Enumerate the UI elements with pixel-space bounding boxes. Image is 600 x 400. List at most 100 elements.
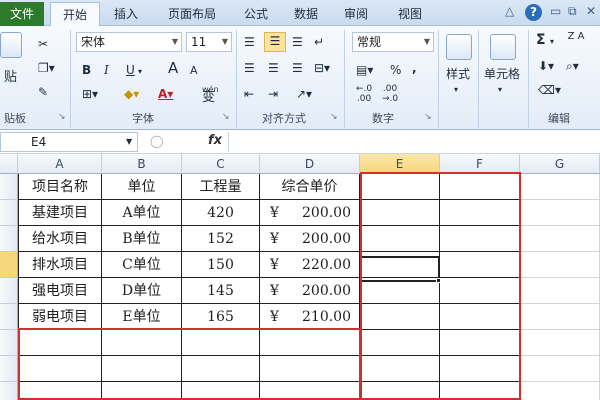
table-cell-qty[interactable]: 420 [182,200,260,226]
scissors-icon[interactable]: ✂ [38,36,48,52]
merge-cells-icon[interactable]: ⊟▾ [314,60,330,76]
table-cell-unit[interactable]: C单位 [102,252,182,278]
font-launcher-icon[interactable]: ↘ [222,112,230,122]
empty-cell[interactable] [520,330,600,356]
formula-expand-icon[interactable]: ◯ [150,133,163,149]
brush-icon[interactable]: ✎ [38,84,48,100]
tab-page-layout[interactable]: 页面布局 [156,2,228,26]
chevron-down-icon[interactable]: ▾ [454,82,458,98]
table-cell-qty[interactable]: 152 [182,226,260,252]
border-icon[interactable]: ⊞▾ [82,86,98,102]
table-header-cell[interactable]: 单位 [102,174,182,200]
column-header-d[interactable]: D [260,154,360,174]
autosum-button[interactable]: Σ [536,32,546,48]
chevron-down-icon[interactable]: ▾ [550,34,554,50]
styles-icon[interactable] [446,34,472,60]
row-header[interactable] [0,174,18,200]
align-top-icon[interactable]: ☰ [244,34,255,50]
font-size-combo[interactable]: 11 ▼ [186,32,232,52]
empty-cell[interactable] [520,252,600,278]
row-header[interactable] [0,278,18,304]
column-header-g[interactable]: G [520,154,600,174]
fill-icon[interactable]: ⬇▾ [538,58,554,74]
chevron-down-icon[interactable]: ▾ [498,82,502,98]
align-middle-icon[interactable]: ☰ [264,32,286,52]
table-cell-name[interactable]: 弱电项目 [18,304,102,330]
table-cell-name[interactable]: 给水项目 [18,226,102,252]
table-header-cell[interactable]: 综合单价 [260,174,360,200]
empty-cell[interactable] [520,174,600,200]
cells-button[interactable]: 单元格 [484,66,520,82]
table-cell-price[interactable]: ¥ 200.00 [260,278,360,304]
window-minimize-icon[interactable]: ▭ [550,4,561,18]
window-close-icon[interactable]: ✕ [586,4,596,18]
window-restore-icon[interactable]: ⧉ [568,4,577,19]
help-icon[interactable]: ? [525,4,542,21]
tab-file[interactable]: 文件 [0,2,44,26]
tab-insert[interactable]: 插入 [104,2,148,26]
table-cell-qty[interactable]: 165 [182,304,260,330]
empty-cell[interactable] [520,382,600,400]
row-header[interactable] [0,226,18,252]
orientation-icon[interactable]: ↗▾ [296,86,312,102]
currency-icon[interactable]: ▤▾ [356,62,373,78]
number-launcher-icon[interactable]: ↘ [424,112,432,122]
decrease-decimal-button[interactable]: .00 →.0 [382,84,398,104]
table-cell-name[interactable]: 排水项目 [18,252,102,278]
chevron-down-icon[interactable]: ▼ [424,33,430,51]
underline-button[interactable]: U [126,62,135,78]
clear-icon[interactable]: ⌫▾ [538,82,561,98]
column-header-f[interactable]: F [440,154,520,174]
tab-view[interactable]: 视图 [388,2,432,26]
decrease-indent-icon[interactable]: ⇤ [244,86,254,102]
align-right-icon[interactable]: ☰ [292,60,303,76]
empty-cell[interactable] [520,226,600,252]
underline-dropdown-icon[interactable]: ▾ [138,64,142,80]
increase-indent-icon[interactable]: ⇥ [268,86,278,102]
chevron-down-icon[interactable]: ▼ [126,134,132,150]
font-color-icon[interactable]: A▾ [158,86,173,102]
row-header[interactable] [0,382,18,400]
name-box[interactable]: E4 [0,132,138,152]
chevron-down-icon[interactable]: ▼ [222,33,228,51]
align-center-icon[interactable]: ☰ [268,60,279,76]
table-cell-name[interactable]: 强电项目 [18,278,102,304]
tab-home[interactable]: 开始 [50,2,100,27]
insert-function-button[interactable]: fx [208,133,222,148]
paste-icon[interactable] [0,32,22,58]
minimize-ribbon-icon[interactable]: △ [505,4,514,18]
italic-button[interactable]: I [104,62,109,78]
empty-cell[interactable] [520,278,600,304]
table-cell-price[interactable]: ¥ 210.00 [260,304,360,330]
column-header-b[interactable]: B [102,154,182,174]
table-cell-name[interactable]: 基建项目 [18,200,102,226]
find-icon[interactable]: ⌕▾ [566,58,579,74]
alignment-launcher-icon[interactable]: ↘ [330,112,338,122]
row-header[interactable] [0,356,18,382]
select-all-corner[interactable] [0,154,18,174]
empty-cell[interactable] [520,304,600,330]
fill-color-icon[interactable]: ◆▾ [124,86,139,102]
table-cell-unit[interactable]: E单位 [102,304,182,330]
column-header-e[interactable]: E [360,154,440,174]
phonetic-button[interactable]: 变 [202,90,215,106]
table-cell-unit[interactable]: D单位 [102,278,182,304]
table-cell-unit[interactable]: A单位 [102,200,182,226]
clipboard-launcher-icon[interactable]: ↘ [58,112,66,122]
table-cell-qty[interactable]: 150 [182,252,260,278]
table-cell-price[interactable]: ¥ 220.00 [260,252,360,278]
row-header[interactable] [0,304,18,330]
copy-icon[interactable]: ❐▾ [38,60,55,76]
wrap-text-icon[interactable]: ↵ [314,34,324,50]
tab-formulas[interactable]: 公式 [236,2,276,26]
row-header-selected[interactable] [0,252,18,278]
table-cell-unit[interactable]: B单位 [102,226,182,252]
sort-filter-button[interactable]: Z A [566,32,586,42]
table-header-cell[interactable]: 工程量 [182,174,260,200]
grow-font-button[interactable]: A [168,60,178,76]
align-left-icon[interactable]: ☰ [244,60,255,76]
paste-button[interactable]: 贴 [4,70,17,86]
table-header-cell[interactable]: 项目名称 [18,174,102,200]
tab-data[interactable]: 数据 [284,2,328,26]
tab-review[interactable]: 审阅 [336,2,376,26]
